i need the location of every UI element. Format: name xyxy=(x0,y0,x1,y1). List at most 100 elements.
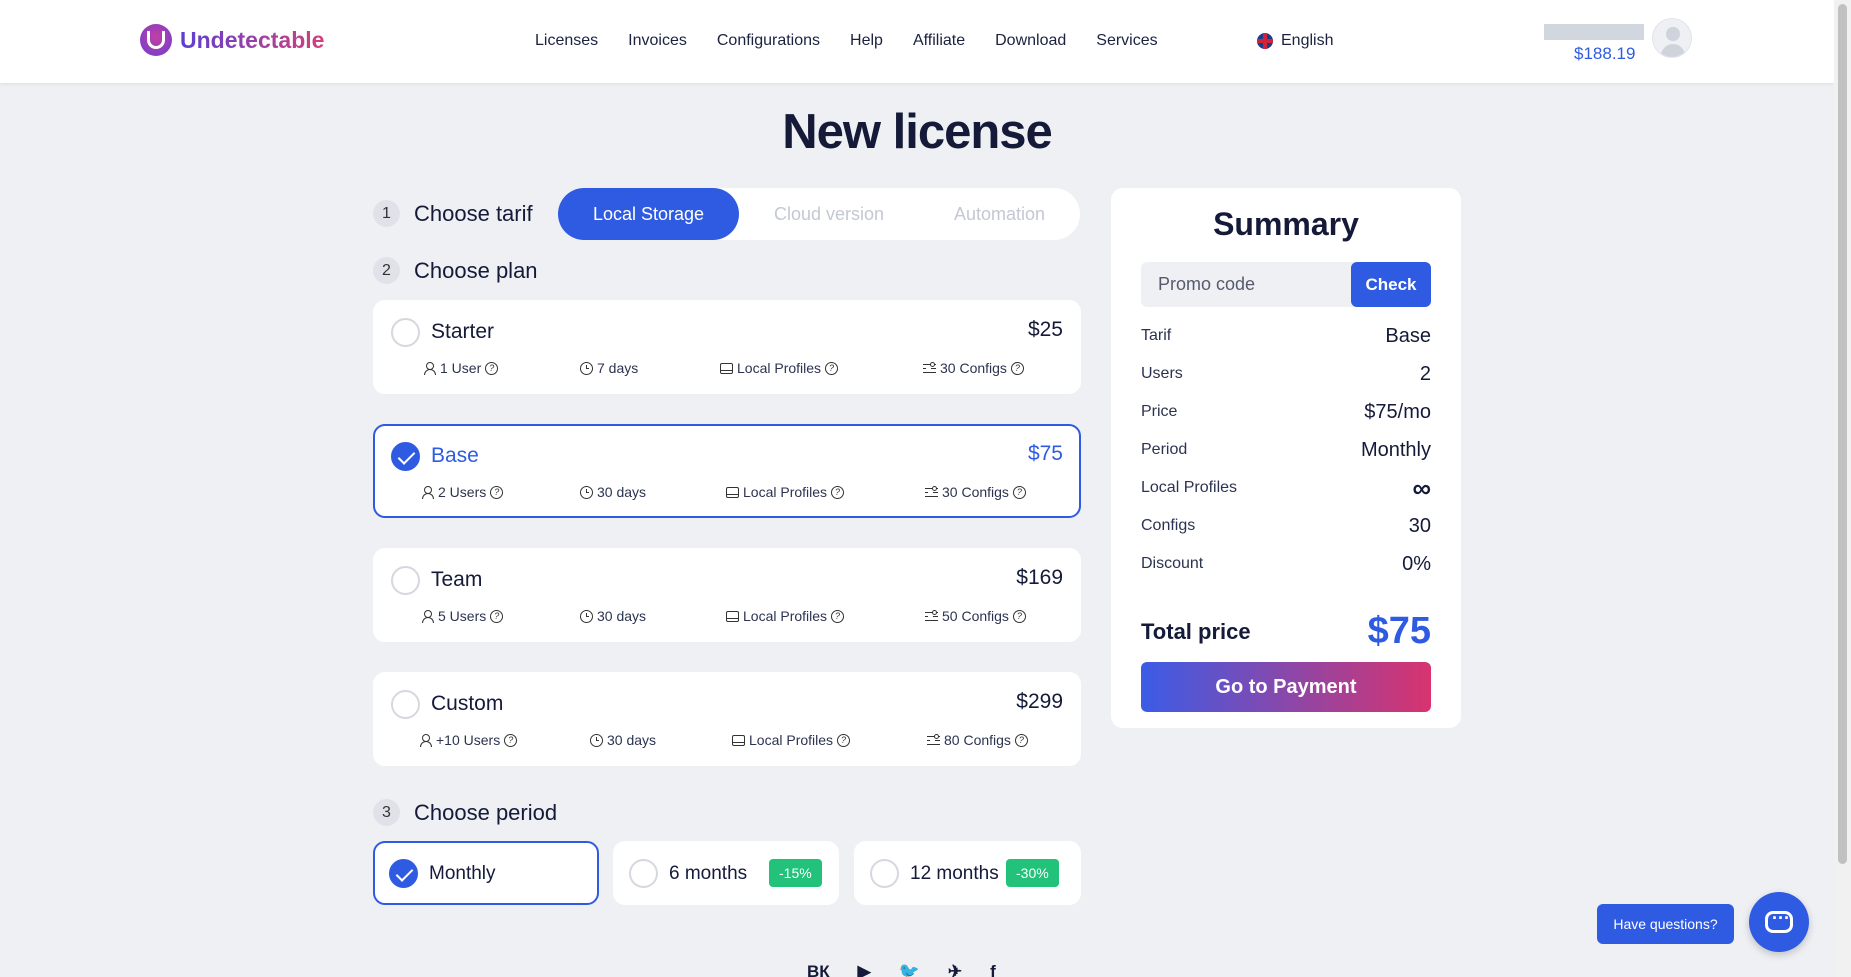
help-icon[interactable]: ? xyxy=(825,361,839,375)
plan-configs: 80 Configs? xyxy=(927,732,1028,748)
plan-users: +10 Users? xyxy=(419,732,518,748)
help-icon[interactable]: ? xyxy=(831,609,845,623)
nav-download[interactable]: Download xyxy=(995,32,1066,50)
promo-box: Check xyxy=(1141,262,1431,307)
plan-profiles: Local Profiles? xyxy=(726,484,845,500)
facebook-icon[interactable]: f xyxy=(990,962,996,977)
step-choose-period: 3 Choose period xyxy=(373,799,557,826)
storage-icon xyxy=(732,734,745,746)
tab-local-storage[interactable]: Local Storage xyxy=(558,188,739,240)
page-title: New license xyxy=(782,105,1053,159)
period-6-months[interactable]: 6 months -15% xyxy=(613,841,839,905)
plan-name: Custom xyxy=(431,692,504,715)
summary-row-price: Price $75/mo xyxy=(1141,400,1431,423)
plan-radio[interactable] xyxy=(391,318,420,347)
plan-card-base[interactable]: Base $75 2 Users? 30 days Local Profiles… xyxy=(373,424,1081,518)
plan-card-starter[interactable]: Starter $25 1 User? 7 days Local Profile… xyxy=(373,300,1081,394)
go-to-payment-button[interactable]: Go to Payment xyxy=(1141,662,1431,712)
youtube-icon[interactable]: ▶ xyxy=(858,962,871,977)
period-label: 6 months xyxy=(669,863,748,884)
twitter-icon[interactable]: 🐦 xyxy=(899,962,920,977)
chat-icon xyxy=(1765,908,1793,933)
period-monthly[interactable]: Monthly xyxy=(373,841,599,905)
account-balance: $188.19 xyxy=(1574,44,1636,63)
plan-radio[interactable] xyxy=(391,690,420,719)
nav-help[interactable]: Help xyxy=(850,32,883,50)
storage-icon xyxy=(726,610,739,622)
nav-configurations[interactable]: Configurations xyxy=(717,32,820,50)
plan-duration: 30 days xyxy=(580,484,646,500)
step-label: Choose plan xyxy=(414,257,538,283)
language-selector[interactable]: English xyxy=(1257,32,1333,50)
plan-profiles: Local Profiles? xyxy=(732,732,851,748)
plan-price: $75 xyxy=(1027,442,1063,465)
discount-badge: -15% xyxy=(769,859,822,887)
clock-icon xyxy=(590,733,603,747)
summary-row-local-profiles: Local Profiles ∞ xyxy=(1141,472,1431,503)
step-choose-plan: 2 Choose plan xyxy=(373,257,538,284)
language-label: English xyxy=(1281,32,1334,49)
summary-row-tarif: Tarif Base xyxy=(1141,324,1431,347)
scrollbar[interactable] xyxy=(1834,0,1851,977)
storage-icon xyxy=(720,362,733,374)
avatar[interactable] xyxy=(1652,18,1692,58)
nav-affiliate[interactable]: Affiliate xyxy=(913,32,965,50)
summary-row-users: Users 2 xyxy=(1141,362,1431,385)
storage-icon xyxy=(726,486,739,498)
nav-licenses[interactable]: Licenses xyxy=(535,32,598,50)
help-icon[interactable]: ? xyxy=(1012,485,1026,499)
help-icon[interactable]: ? xyxy=(831,485,845,499)
user-icon xyxy=(419,733,432,747)
plan-card-custom[interactable]: Custom $299 +10 Users? 30 days Local Pro… xyxy=(373,672,1081,766)
promo-code-input[interactable] xyxy=(1141,262,1351,307)
plan-profiles: Local Profiles? xyxy=(726,608,845,624)
plan-radio[interactable] xyxy=(391,442,420,471)
step-number: 3 xyxy=(373,799,400,826)
help-icon[interactable]: ? xyxy=(490,485,504,499)
help-icon[interactable]: ? xyxy=(1012,609,1026,623)
total-price: Total price $75 xyxy=(1141,610,1431,653)
period-label: 12 months xyxy=(910,863,999,884)
help-icon[interactable]: ? xyxy=(504,733,518,747)
chat-button[interactable] xyxy=(1749,892,1809,952)
plan-name: Base xyxy=(431,444,479,467)
clock-icon xyxy=(580,361,593,375)
telegram-icon[interactable]: ✈ xyxy=(948,962,962,977)
tab-cloud-version[interactable]: Cloud version xyxy=(739,188,919,240)
period-12-months[interactable]: 12 months -30% xyxy=(854,841,1081,905)
vk-icon[interactable]: ВК xyxy=(807,962,830,977)
help-icon[interactable]: ? xyxy=(1010,361,1024,375)
plan-duration: 7 days xyxy=(580,360,638,376)
plan-configs: 30 Configs? xyxy=(923,360,1024,376)
help-icon[interactable]: ? xyxy=(485,361,499,375)
tarif-tabs: Local Storage Cloud version Automation xyxy=(558,188,1080,240)
period-radio[interactable] xyxy=(870,859,899,888)
logo[interactable]: Undetectable xyxy=(140,24,324,56)
sliders-icon xyxy=(927,733,940,747)
plan-radio[interactable] xyxy=(391,566,420,595)
plan-users: 5 Users? xyxy=(421,608,504,624)
plan-card-team[interactable]: Team $169 5 Users? 30 days Local Profile… xyxy=(373,548,1081,642)
help-icon[interactable]: ? xyxy=(1014,733,1028,747)
plan-price: $25 xyxy=(1027,318,1063,341)
nav-services[interactable]: Services xyxy=(1096,32,1157,50)
period-radio[interactable] xyxy=(629,859,658,888)
step-choose-tarif: 1 Choose tarif xyxy=(373,200,533,227)
check-promo-button[interactable]: Check xyxy=(1351,262,1431,307)
chat-tooltip[interactable]: Have questions? xyxy=(1597,904,1734,944)
nav-invoices[interactable]: Invoices xyxy=(628,32,687,50)
plan-price: $299 xyxy=(1016,690,1063,713)
logo-icon xyxy=(140,24,172,56)
user-icon xyxy=(423,361,436,375)
total-value: $75 xyxy=(1367,610,1431,652)
help-icon[interactable]: ? xyxy=(490,609,504,623)
step-number: 2 xyxy=(373,257,400,284)
help-icon[interactable]: ? xyxy=(837,733,851,747)
summary-title: Summary xyxy=(1213,206,1359,242)
period-radio[interactable] xyxy=(389,859,418,888)
sliders-icon xyxy=(925,609,938,623)
tab-automation[interactable]: Automation xyxy=(919,188,1080,240)
clock-icon xyxy=(580,485,593,499)
sliders-icon xyxy=(925,485,938,499)
plan-users: 2 Users? xyxy=(421,484,504,500)
